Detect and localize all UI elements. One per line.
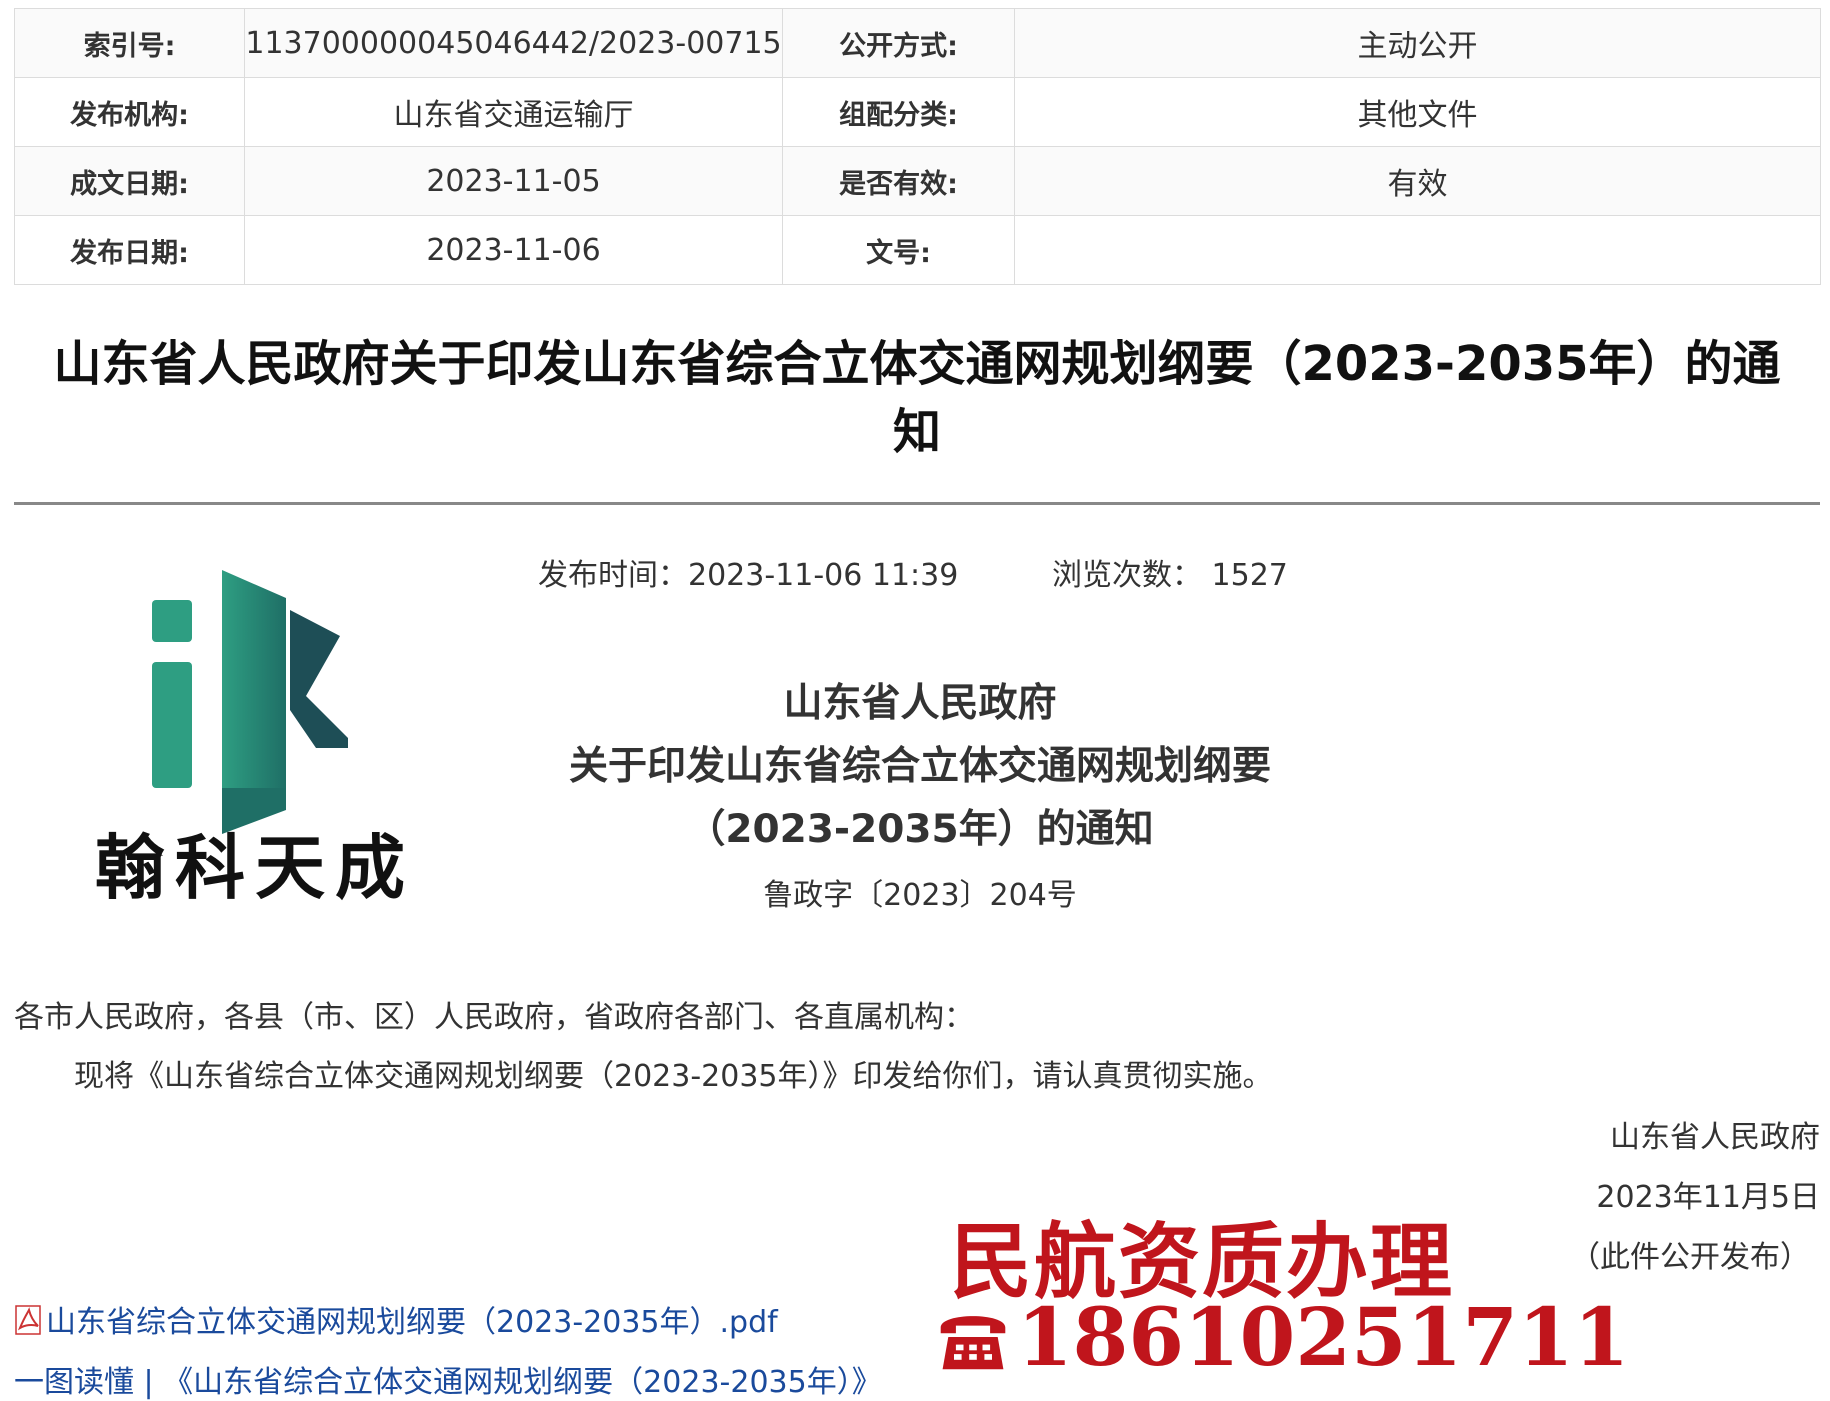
page-title-line1: 山东省人民政府关于印发山东省综合立体交通网规划纲要（2023-2035年）的通 xyxy=(53,336,1781,392)
value-doc-number xyxy=(1014,215,1821,285)
label-category: 组配分类: xyxy=(782,77,1015,147)
table-row: 发布机构: 山东省交通运输厅 组配分类: 其他文件 xyxy=(14,77,1821,147)
signature-date: 2023年11月5日 xyxy=(1596,1180,1820,1215)
doc-subject-line1: 关于印发山东省综合立体交通网规划纲要 xyxy=(568,744,1271,789)
page-title: 山东省人民政府关于印发山东省综合立体交通网规划纲要（2023-2035年）的通 … xyxy=(14,330,1820,466)
addressee: 各市人民政府，各县（市、区）人民政府，省政府各部门、各直属机构： xyxy=(14,1000,974,1035)
infographic-link-text[interactable]: 一图读懂 | 《山东省综合立体交通网规划纲要（2023-2035年）》 xyxy=(14,1365,882,1400)
logo-text: 翰科天成 xyxy=(95,827,415,909)
divider xyxy=(14,502,1820,505)
doc-subject-line2: （2023-2035年）的通知 xyxy=(686,807,1154,852)
pdf-icon xyxy=(15,1305,41,1335)
label-publish-date: 发布日期: xyxy=(14,215,245,285)
table-row: 成文日期: 2023-11-05 是否有效: 有效 xyxy=(14,146,1821,216)
value-publish-date: 2023-11-06 xyxy=(244,215,783,285)
page-title-line2: 知 xyxy=(892,404,941,460)
body-text: 现将《山东省综合立体交通网规划纲要（2023-2035年）》印发给你们，请认真贯… xyxy=(74,1059,1273,1094)
publish-note: （此件公开发布） xyxy=(1570,1240,1810,1275)
view-count-value: 1527 xyxy=(1211,558,1288,593)
value-index: 113700000045046442/2023-00715 xyxy=(244,8,783,78)
value-publisher: 山东省交通运输厅 xyxy=(244,77,783,147)
telephone-icon xyxy=(940,1316,1006,1370)
view-count: 浏览次数： 1527 xyxy=(1052,550,1288,594)
infographic-link[interactable]: 一图读懂 | 《山东省综合立体交通网规划纲要（2023-2035年）》 xyxy=(14,1357,882,1401)
value-disclosure: 主动公开 xyxy=(1014,8,1821,78)
label-doc-number: 文号: xyxy=(782,215,1015,285)
label-disclosure: 公开方式: xyxy=(782,8,1015,78)
table-row: 发布日期: 2023-11-06 文号: xyxy=(14,215,1821,285)
publish-time: 发布时间：2023-11-06 11:39 xyxy=(538,558,959,593)
doc-issuer: 山东省人民政府 xyxy=(783,681,1057,726)
doc-number: 鲁政字〔2023〕204号 xyxy=(763,878,1077,913)
value-category: 其他文件 xyxy=(1014,77,1821,147)
label-written-date: 成文日期: xyxy=(14,146,245,216)
signature-org: 山东省人民政府 xyxy=(1610,1120,1820,1155)
watermark-phone: 18610251711 xyxy=(935,1290,1629,1384)
label-valid: 是否有效: xyxy=(782,146,1015,216)
metadata-table: 索引号: 113700000045046442/2023-00715 公开方式:… xyxy=(14,8,1821,285)
attachment-pdf[interactable]: 山东省综合立体交通网规划纲要（2023-2035年）.pdf xyxy=(14,1297,778,1341)
view-count-label: 浏览次数： xyxy=(1052,558,1202,593)
value-written-date: 2023-11-05 xyxy=(244,146,783,216)
label-publisher: 发布机构: xyxy=(14,77,245,147)
table-row: 索引号: 113700000045046442/2023-00715 公开方式:… xyxy=(14,8,1821,78)
attachment-pdf-link[interactable]: 山东省综合立体交通网规划纲要（2023-2035年）.pdf xyxy=(46,1305,778,1340)
label-index: 索引号: xyxy=(14,8,245,78)
value-valid: 有效 xyxy=(1014,146,1821,216)
watermark-phone-number: 18610251711 xyxy=(1017,1290,1630,1384)
